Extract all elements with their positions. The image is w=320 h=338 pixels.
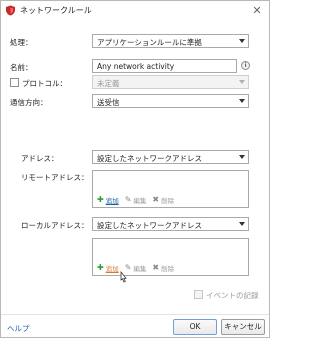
close-icon: ✕: [252, 4, 262, 17]
close-button[interactable]: ✕: [250, 4, 264, 18]
action-select-value: アプリケーションルールに準拠: [97, 38, 202, 47]
remote-add-label: 追加: [105, 197, 119, 205]
chevron-down-icon: [239, 99, 245, 103]
local-address-select[interactable]: 設定したネットワークアドレス: [92, 217, 249, 231]
action-select[interactable]: アプリケーションルールに準拠: [92, 34, 249, 48]
local-edit-label: 編集: [133, 265, 147, 273]
address-select[interactable]: 設定したネットワークアドレス: [92, 150, 249, 164]
ok-button[interactable]: OK: [173, 319, 217, 335]
direction-select[interactable]: 送受信: [92, 94, 249, 108]
protocol-select-value: 未定義: [97, 79, 120, 88]
info-icon[interactable]: i: [241, 61, 250, 70]
remote-address-list[interactable]: ✚ 追加 ✎ 編集 ✖ 削除: [92, 170, 249, 208]
remote-delete-label: 削除: [161, 197, 175, 205]
local-address-actions: ✚ 追加 ✎ 編集 ✖ 削除: [97, 263, 174, 273]
network-rule-dialog: ネットワークルール ✕ 処理： アプリケーションルールに準拠 名前： i プロト…: [0, 0, 270, 338]
event-log-checkbox: [194, 290, 203, 299]
name-label: 名前：: [10, 63, 33, 72]
address-label: アドレス：: [21, 154, 59, 163]
chevron-down-icon: [239, 39, 245, 43]
remote-address-label: リモートアドレス：: [21, 173, 89, 182]
remote-edit-label: 編集: [133, 197, 147, 205]
local-address-label: ローカルアドレス：: [21, 221, 89, 230]
cancel-button[interactable]: キャンセル: [221, 319, 265, 335]
plus-icon: ✚: [97, 195, 104, 204]
address-select-value: 設定したネットワークアドレス: [97, 154, 202, 163]
direction-select-value: 送受信: [97, 98, 120, 107]
chevron-down-icon: [239, 155, 245, 159]
local-delete-button: ✖ 削除: [152, 263, 174, 273]
event-log-label: イベントの記録: [206, 291, 259, 300]
name-input[interactable]: [93, 60, 236, 72]
protocol-select: 未定義: [92, 75, 249, 89]
local-address-select-value: 設定したネットワークアドレス: [97, 221, 202, 230]
remote-edit-button: ✎ 編集: [125, 195, 147, 205]
local-address-list[interactable]: ✚ 追加 ✎ 編集 ✖ 削除: [92, 238, 249, 276]
local-delete-label: 削除: [161, 265, 175, 273]
direction-label: 通信方向：: [10, 98, 48, 107]
name-field[interactable]: [92, 59, 237, 73]
remote-add-button[interactable]: ✚ 追加: [97, 195, 119, 205]
action-label: 処理：: [10, 38, 33, 47]
help-link[interactable]: ヘルプ: [7, 323, 30, 334]
remote-delete-button: ✖ 削除: [152, 195, 174, 205]
footer-divider: [1, 314, 269, 315]
protocol-label: プロトコル：: [22, 79, 67, 88]
x-icon: ✖: [152, 263, 160, 272]
local-add-label: 追加: [105, 265, 119, 273]
window-title: ネットワークルール: [20, 6, 92, 15]
pencil-icon: ✎: [124, 195, 132, 204]
remote-address-actions: ✚ 追加 ✎ 編集 ✖ 削除: [97, 195, 174, 205]
plus-icon: ✚: [97, 263, 104, 272]
x-icon: ✖: [152, 195, 160, 204]
local-add-button[interactable]: ✚ 追加: [97, 263, 119, 273]
shield-icon: [6, 5, 15, 16]
protocol-checkbox[interactable]: [10, 78, 19, 87]
title-bar: ネットワークルール ✕: [1, 1, 269, 21]
chevron-down-icon: [239, 80, 245, 84]
chevron-down-icon: [239, 222, 245, 226]
mouse-cursor-icon: [120, 271, 127, 283]
